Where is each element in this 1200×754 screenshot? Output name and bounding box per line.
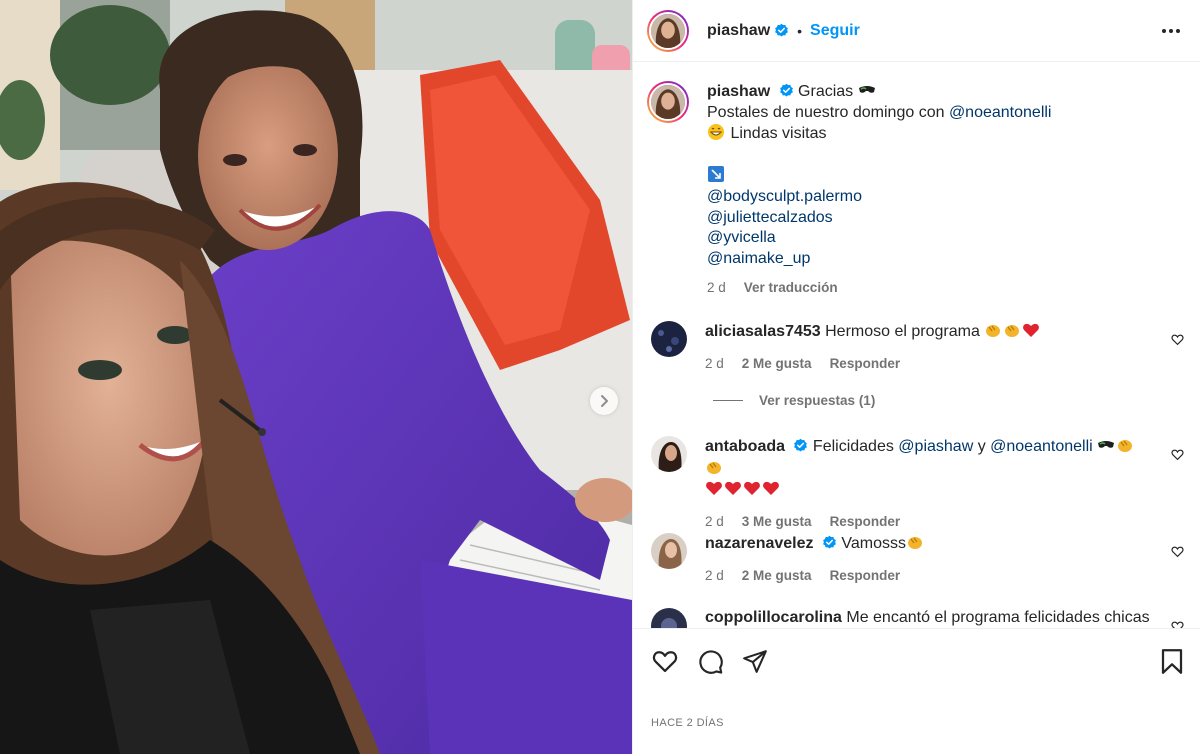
- caption-mention-2[interactable]: @juliettecalzados: [707, 209, 833, 226]
- verified-badge-icon: [794, 438, 808, 452]
- post-image: [0, 0, 632, 754]
- follow-button[interactable]: Seguir: [810, 22, 860, 40]
- caption-line1: Gracias: [798, 83, 854, 100]
- comment-item: coppolillocarolina Me encantó el program…: [633, 608, 1200, 628]
- comment-text: Hermoso el programa: [825, 323, 980, 340]
- comment-like-heart-icon[interactable]: [1171, 448, 1184, 461]
- grinning-emoji-icon: [708, 124, 724, 141]
- commenter-username[interactable]: aliciasalas7453: [705, 323, 821, 340]
- comments-section[interactable]: piashaw Gracias Postales de nuestro domi…: [633, 63, 1200, 628]
- avatar-image: [651, 321, 687, 357]
- caption-mention-4[interactable]: @naimake_up: [707, 250, 810, 267]
- chevron-right-icon: [601, 395, 608, 407]
- comment-text: Felicidades: [812, 438, 899, 455]
- comment-like-heart-icon[interactable]: [1171, 620, 1184, 628]
- commenter-avatar[interactable]: [651, 436, 687, 472]
- commenter-avatar[interactable]: [651, 533, 687, 569]
- post-actions: HACE 2 DÍAS: [633, 628, 1200, 754]
- post-side-panel: piashaw • Seguir piashaw Gracias Postale…: [632, 0, 1200, 754]
- caption-line3: Lindas visitas: [730, 125, 827, 143]
- red-heart-emoji-icon: [744, 481, 760, 495]
- comment-mention-piashaw[interactable]: @piashaw: [898, 438, 973, 455]
- arrow-down-right-icon: [708, 166, 724, 183]
- avatar-image: [651, 608, 687, 628]
- bookmark-icon[interactable]: [1160, 648, 1184, 675]
- comment-like-heart-icon[interactable]: [1171, 333, 1184, 346]
- comment-likes[interactable]: 3 Me gusta: [742, 512, 812, 533]
- red-heart-emoji-icon: [1023, 323, 1040, 337]
- comment-mention-noeantonelli[interactable]: @noeantonelli: [990, 438, 1093, 455]
- caption-username[interactable]: piashaw: [707, 83, 770, 100]
- post-timestamp: HACE 2 DÍAS: [651, 717, 724, 729]
- paper-plane-icon[interactable]: [742, 648, 768, 674]
- clapping-hands-emoji-icon: [1118, 440, 1133, 452]
- comment-age: 2 d: [705, 567, 724, 583]
- separator-dot: •: [797, 22, 803, 39]
- comment-text: Vamosss: [841, 535, 907, 552]
- more-options-icon[interactable]: [1158, 23, 1184, 39]
- red-heart-emoji-icon: [725, 481, 741, 495]
- clapping-hands-emoji-icon: [986, 325, 1001, 337]
- verified-badge-icon: [823, 535, 836, 549]
- commenter-username[interactable]: antaboada: [705, 438, 785, 455]
- caption-age: 2 d: [707, 280, 726, 296]
- sunglasses-emoji-icon: [1098, 441, 1115, 448]
- caption-avatar[interactable]: [647, 81, 689, 123]
- comment-text: Me encantó el programa felicidades chica…: [846, 609, 1150, 626]
- author-username[interactable]: piashaw: [707, 22, 770, 40]
- caption-mention-noeantonelli[interactable]: @noeantonelli: [949, 104, 1052, 121]
- comment-icon[interactable]: [697, 648, 724, 675]
- clapping-hands-emoji-icon: [908, 537, 923, 549]
- commenter-avatar[interactable]: [651, 321, 687, 357]
- post-caption: piashaw Gracias Postales de nuestro domi…: [633, 63, 1200, 299]
- caption-line2: Postales de nuestro domingo con: [707, 103, 949, 121]
- view-replies-button[interactable]: Ver respuestas (1): [713, 393, 875, 408]
- verified-badge-icon: [775, 23, 789, 37]
- comment-like-heart-icon[interactable]: [1171, 545, 1184, 558]
- translate-button[interactable]: Ver traducción: [744, 278, 838, 299]
- avatar-image: [651, 85, 685, 119]
- comment-age: 2 d: [705, 513, 724, 529]
- comment-likes[interactable]: 2 Me gusta: [742, 566, 812, 587]
- caption-meta: 2 d Ver traducción: [707, 278, 1051, 299]
- caption-mention-3[interactable]: @yvicella: [707, 229, 776, 246]
- author-avatar[interactable]: [647, 9, 689, 52]
- comment-item: antaboada Felicidades @piashaw y @noeant…: [633, 436, 1200, 532]
- verified-badge-icon: [779, 83, 793, 97]
- comment-item: aliciasalas7453 Hermoso el programa 2 d …: [633, 321, 1200, 374]
- commenter-username[interactable]: nazarenavelez: [705, 535, 814, 552]
- comment-likes[interactable]: 2 Me gusta: [742, 354, 812, 375]
- red-heart-emoji-icon: [763, 481, 779, 495]
- post-photo[interactable]: [0, 0, 632, 754]
- heart-icon[interactable]: [651, 647, 679, 675]
- comment-text-and: y: [973, 438, 991, 455]
- post-header: piashaw • Seguir: [633, 0, 1200, 62]
- comment-age: 2 d: [705, 355, 724, 371]
- sunglasses-emoji-icon: [858, 86, 875, 93]
- reply-button[interactable]: Responder: [830, 566, 901, 587]
- avatar-image: [651, 13, 685, 48]
- commenter-avatar[interactable]: [651, 608, 687, 628]
- view-replies-label: Ver respuestas (1): [759, 393, 876, 408]
- reply-button[interactable]: Responder: [830, 512, 901, 533]
- red-heart-emoji-icon: [706, 481, 722, 495]
- avatar-image: [651, 533, 687, 569]
- commenter-username[interactable]: coppolillocarolina: [705, 609, 842, 626]
- next-photo-button[interactable]: [590, 387, 618, 415]
- replies-divider: [713, 400, 743, 401]
- clapping-hands-emoji-icon: [707, 461, 721, 474]
- caption-mention-1[interactable]: @bodysculpt.palermo: [707, 188, 862, 205]
- clapping-hands-emoji-icon: [1005, 325, 1020, 337]
- avatar-image: [651, 436, 687, 472]
- reply-button[interactable]: Responder: [830, 354, 901, 375]
- comment-item: nazarenavelez Vamosss 2 d 2 Me gusta Res…: [633, 533, 1200, 586]
